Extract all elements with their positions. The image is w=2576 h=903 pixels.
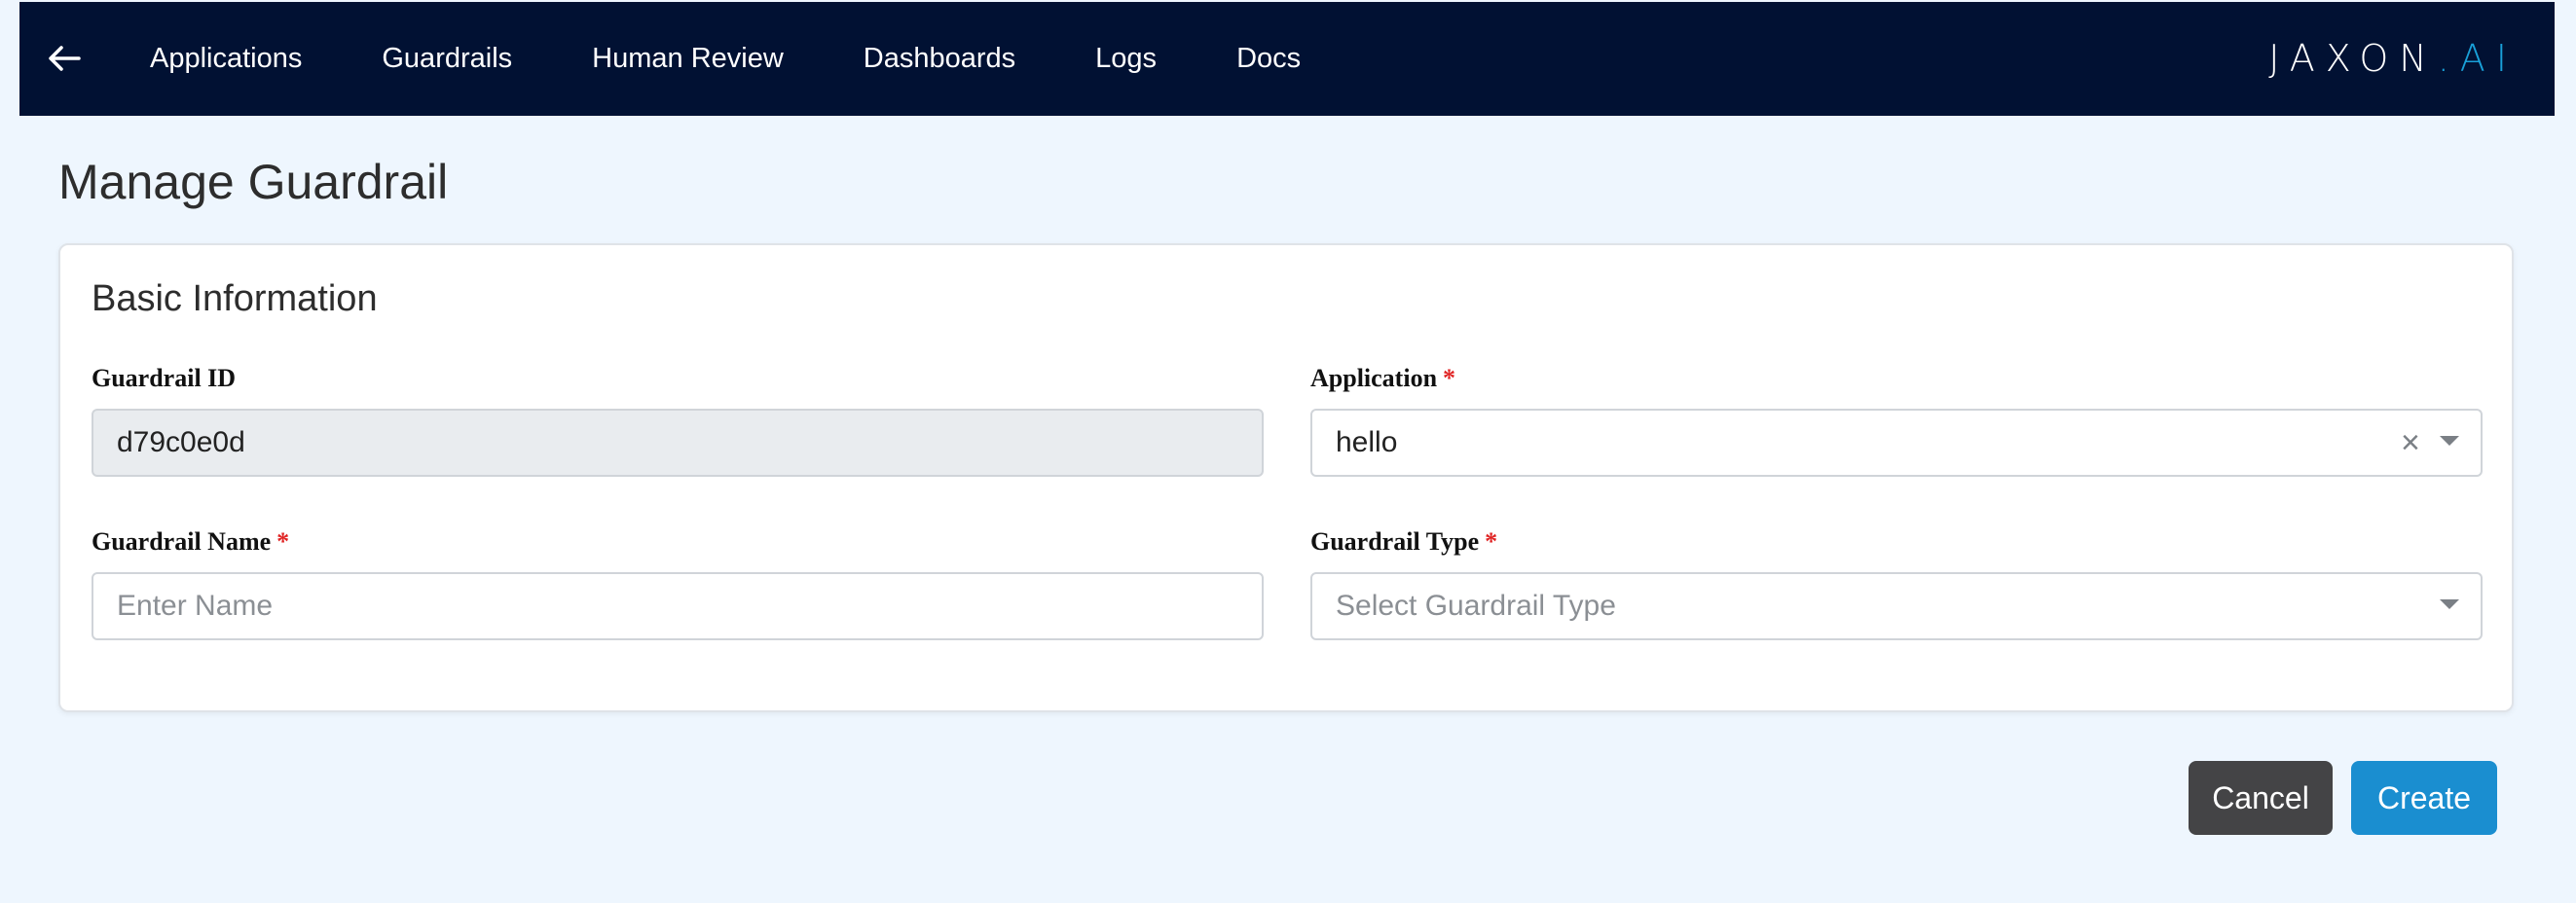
guardrail-type-placeholder: Select Guardrail Type <box>1336 590 1616 622</box>
arrow-left-icon <box>49 46 81 71</box>
guardrail-id-field: d79c0e0d <box>92 409 1264 477</box>
required-asterisk: * <box>1485 527 1498 556</box>
application-label-text: Application <box>1310 364 1438 392</box>
cancel-button[interactable]: Cancel <box>2189 761 2333 835</box>
clear-selection-icon[interactable]: × <box>2401 426 2420 459</box>
required-asterisk: * <box>1443 364 1456 392</box>
back-button[interactable] <box>45 39 84 78</box>
nav-link-logs[interactable]: Logs <box>1095 43 1157 75</box>
basic-information-card: Basic Information Guardrail ID d79c0e0d … <box>58 243 2514 712</box>
nav-link-human-review[interactable]: Human Review <box>592 43 784 75</box>
guardrail-name-input[interactable]: Enter Name <box>92 572 1264 640</box>
guardrail-type-label: Guardrail Type * <box>1310 527 1497 557</box>
page-title: Manage Guardrail <box>58 155 449 209</box>
guardrail-id-label-text: Guardrail ID <box>92 364 237 392</box>
jaxon-ai-logo[interactable]: JAXON.AI <box>2268 37 2518 80</box>
nav-link-dashboards[interactable]: Dashboards <box>864 43 1015 75</box>
guardrail-name-label-text: Guardrail Name <box>92 527 272 556</box>
guardrail-name-placeholder: Enter Name <box>117 590 274 622</box>
guardrail-type-label-text: Guardrail Type <box>1310 527 1480 556</box>
guardrail-id-value: d79c0e0d <box>117 426 245 458</box>
nav-link-applications[interactable]: Applications <box>150 43 302 75</box>
guardrail-type-select[interactable]: Select Guardrail Type <box>1310 572 2483 640</box>
create-button[interactable]: Create <box>2351 761 2497 835</box>
card-title: Basic Information <box>92 278 378 319</box>
logo-suffix-text: .AI <box>2437 37 2518 80</box>
application-select[interactable]: hello × <box>1310 409 2483 477</box>
required-asterisk: * <box>276 527 290 556</box>
application-selected-value: hello <box>1336 426 1398 458</box>
guardrail-id-label: Guardrail ID <box>92 364 236 393</box>
nav-link-docs[interactable]: Docs <box>1236 43 1301 75</box>
guardrail-name-label: Guardrail Name * <box>92 527 289 557</box>
application-label: Application * <box>1310 364 1455 393</box>
chevron-down-icon[interactable] <box>2440 436 2459 446</box>
logo-main-text: JAXON <box>2268 37 2438 80</box>
nav-link-guardrails[interactable]: Guardrails <box>382 43 512 75</box>
top-navbar: Applications Guardrails Human Review Das… <box>19 2 2555 116</box>
nav-links: Applications Guardrails Human Review Das… <box>150 2 1380 116</box>
chevron-down-icon[interactable] <box>2440 599 2459 609</box>
